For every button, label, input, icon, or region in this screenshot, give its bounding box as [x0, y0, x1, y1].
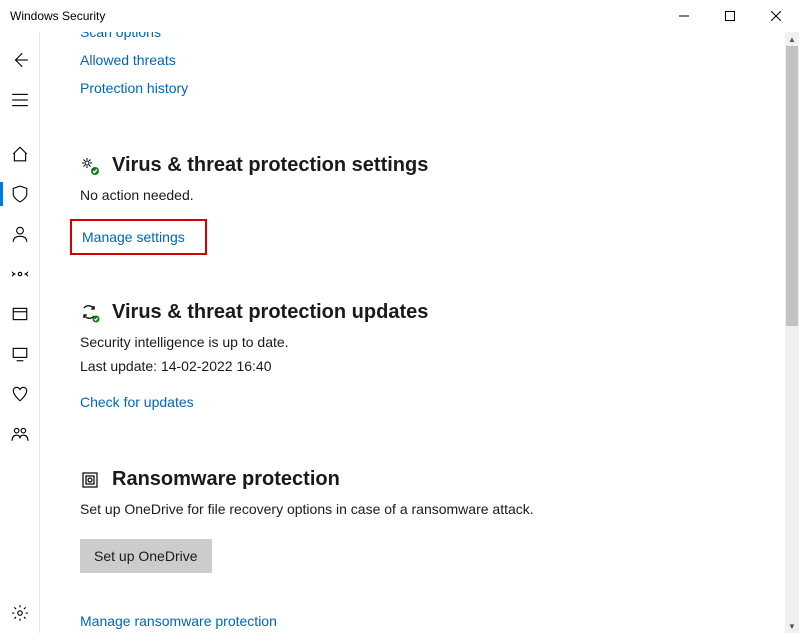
- manage-settings-highlight: Manage settings: [70, 219, 207, 255]
- main-content: Scan options Allowed threats Protection …: [40, 32, 799, 633]
- settings-desc: No action needed.: [80, 187, 799, 203]
- setup-onedrive-button[interactable]: Set up OneDrive: [80, 539, 212, 573]
- protection-history-link[interactable]: Protection history: [80, 80, 188, 96]
- settings-section: Virus & threat protection settings No ac…: [80, 154, 799, 255]
- minimize-button[interactable]: [661, 0, 707, 32]
- refresh-icon: [80, 303, 100, 323]
- window-title: Windows Security: [10, 9, 105, 23]
- ransomware-desc: Set up OneDrive for file recovery option…: [80, 501, 799, 517]
- ransomware-title: Ransomware protection: [112, 468, 340, 491]
- sidebar-device-security[interactable]: [0, 334, 40, 374]
- sidebar-home[interactable]: [0, 134, 40, 174]
- check-updates-link[interactable]: Check for updates: [80, 394, 194, 410]
- sidebar-firewall[interactable]: [0, 254, 40, 294]
- vertical-scrollbar[interactable]: ▲ ▼: [785, 32, 799, 633]
- scroll-down-arrow[interactable]: ▼: [785, 619, 799, 633]
- updates-desc: Security intelligence is up to date.: [80, 334, 799, 350]
- scan-options-link[interactable]: Scan options: [80, 32, 161, 40]
- updates-last: Last update: 14-02-2022 16:40: [80, 358, 799, 374]
- allowed-threats-link[interactable]: Allowed threats: [80, 52, 176, 68]
- settings-title: Virus & threat protection settings: [112, 154, 428, 177]
- manage-settings-link[interactable]: Manage settings: [82, 229, 185, 245]
- sidebar-device-health[interactable]: [0, 374, 40, 414]
- updates-title: Virus & threat protection updates: [112, 301, 428, 324]
- scroll-up-arrow[interactable]: ▲: [785, 32, 799, 46]
- menu-button[interactable]: [0, 80, 40, 120]
- sidebar-account[interactable]: [0, 214, 40, 254]
- updates-section: Virus & threat protection updates Securi…: [80, 301, 799, 422]
- manage-ransomware-link[interactable]: Manage ransomware protection: [80, 613, 277, 629]
- ransomware-section: Ransomware protection Set up OneDrive fo…: [80, 468, 799, 633]
- settings-gear-icon: [80, 156, 100, 176]
- scrollbar-thumb[interactable]: [786, 46, 798, 326]
- ransomware-icon: [80, 470, 100, 490]
- sidebar-app-browser[interactable]: [0, 294, 40, 334]
- back-button[interactable]: [0, 40, 40, 80]
- sidebar: [0, 32, 40, 633]
- window-controls: [661, 0, 799, 32]
- close-button[interactable]: [753, 0, 799, 32]
- sidebar-virus-protection[interactable]: [0, 174, 40, 214]
- sidebar-settings[interactable]: [0, 593, 40, 633]
- maximize-button[interactable]: [707, 0, 753, 32]
- sidebar-family[interactable]: [0, 414, 40, 454]
